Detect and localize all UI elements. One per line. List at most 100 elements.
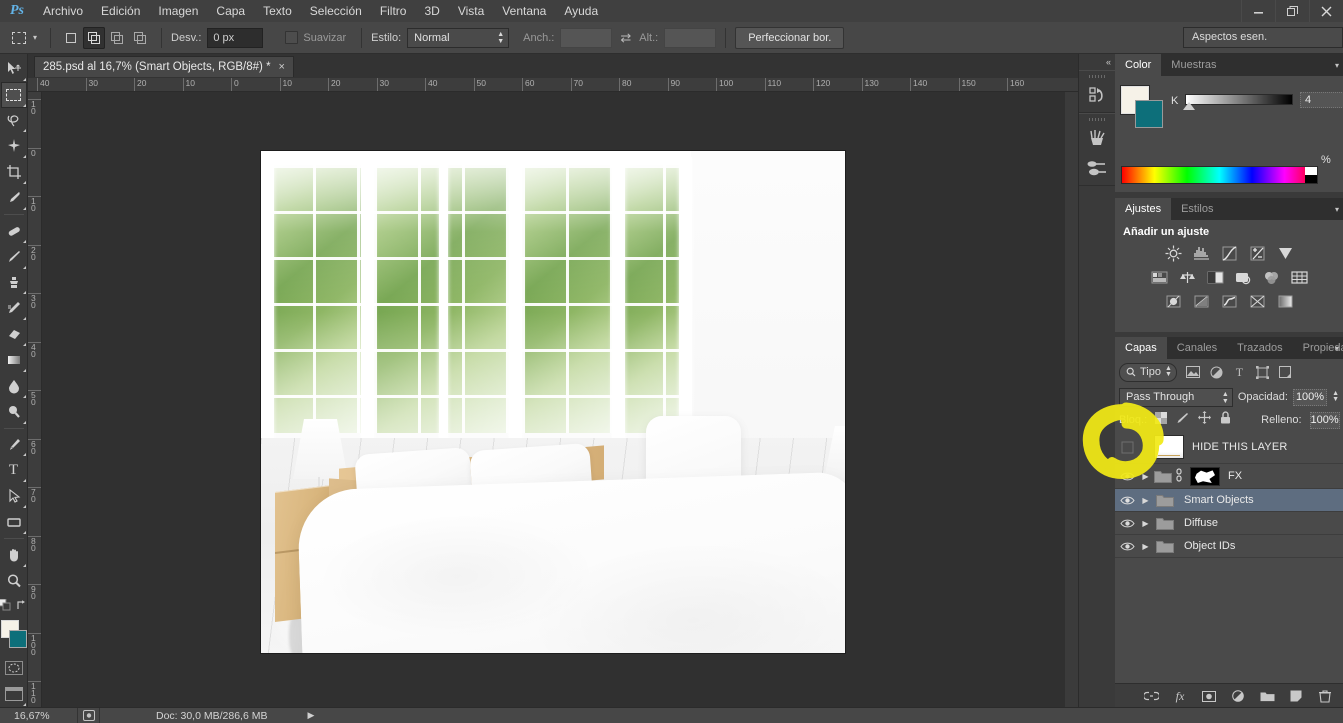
exposure-icon[interactable] xyxy=(1246,243,1268,263)
lock-image-icon[interactable] xyxy=(1176,411,1189,429)
layer-name[interactable]: Smart Objects xyxy=(1178,494,1254,506)
new-layer-icon[interactable] xyxy=(1288,688,1304,704)
group-expand-triangle-icon[interactable]: ▶ xyxy=(1139,519,1152,528)
menu-item-vista[interactable]: Vista xyxy=(449,0,493,22)
status-menu-arrow-icon[interactable]: ▶ xyxy=(307,710,314,721)
antialias-checkbox[interactable] xyxy=(285,31,299,44)
filter-shape-icon[interactable] xyxy=(1254,363,1271,381)
new-adjustment-layer-icon[interactable] xyxy=(1230,688,1246,704)
tab-estilos[interactable]: Estilos xyxy=(1171,198,1224,220)
tab-color[interactable]: Color xyxy=(1115,54,1162,76)
panel-menu-icon[interactable]: ▾ xyxy=(1335,344,1339,353)
tab-trazados[interactable]: Trazados xyxy=(1227,337,1293,359)
quick-selection-tool[interactable] xyxy=(1,133,27,159)
tab-canales[interactable]: Canales xyxy=(1166,337,1228,359)
k-value-input[interactable]: 4 xyxy=(1300,92,1343,108)
opacity-stepper-icon[interactable]: ▲ ▼ xyxy=(1332,390,1339,403)
canvas-vertical-scrollbar[interactable] xyxy=(1065,92,1078,708)
filter-pixel-icon[interactable] xyxy=(1185,363,1202,381)
menu-item-edicion[interactable]: Edición xyxy=(92,0,149,22)
crop-tool[interactable] xyxy=(1,159,27,185)
rectangle-tool[interactable] xyxy=(1,509,27,535)
color-spectrum-ramp[interactable] xyxy=(1121,166,1318,184)
close-button[interactable] xyxy=(1309,0,1343,22)
canvas-area[interactable] xyxy=(42,92,1078,708)
gradient-tool[interactable] xyxy=(1,347,27,373)
add-layer-mask-icon[interactable] xyxy=(1201,688,1217,704)
layer-name[interactable]: HIDE THIS LAYER xyxy=(1186,441,1288,453)
table-row[interactable]: ▶ Diffuse xyxy=(1115,512,1343,535)
background-color-swatch[interactable] xyxy=(8,629,27,648)
eraser-tool[interactable] xyxy=(1,321,27,347)
current-tool-icon[interactable] xyxy=(6,26,32,50)
selection-mode-add-button[interactable] xyxy=(83,26,106,49)
quick-mask-toggle[interactable] xyxy=(1,655,27,681)
table-row[interactable]: HIDE THIS LAYER xyxy=(1115,431,1343,464)
document-tab[interactable]: 285.psd al 16,7% (Smart Objects, RGB/8#)… xyxy=(34,56,294,77)
spot-healing-brush-tool[interactable] xyxy=(1,218,27,244)
blur-tool[interactable] xyxy=(1,373,27,399)
menu-item-3d[interactable]: 3D xyxy=(415,0,448,22)
fill-input[interactable]: 100% xyxy=(1309,411,1340,429)
k-channel-slider[interactable] xyxy=(1185,94,1293,105)
filter-smart-object-icon[interactable] xyxy=(1277,363,1294,381)
vertical-ruler[interactable]: 10 0 10 20 30 40 50 60 70 80 90 100 110 xyxy=(28,92,42,708)
gradient-map-icon[interactable] xyxy=(1274,291,1296,311)
group-expand-triangle-icon[interactable]: ▶ xyxy=(1139,496,1152,505)
layer-mask-thumbnail[interactable] xyxy=(1190,466,1220,486)
vibrance-icon[interactable] xyxy=(1274,243,1296,263)
layer-visibility-toggle[interactable] xyxy=(1115,436,1139,459)
add-layer-style-icon[interactable]: fx xyxy=(1172,688,1188,704)
group-expand-triangle-icon[interactable]: ▶ xyxy=(1139,542,1152,551)
color-lookup-icon[interactable] xyxy=(1288,267,1310,287)
lock-position-icon[interactable] xyxy=(1198,411,1212,429)
menu-item-imagen[interactable]: Imagen xyxy=(149,0,207,22)
path-selection-tool[interactable] xyxy=(1,483,27,509)
history-panel-icon[interactable] xyxy=(1079,80,1115,110)
curves-icon[interactable] xyxy=(1218,243,1240,263)
move-tool[interactable] xyxy=(1,56,27,82)
tab-capas[interactable]: Capas xyxy=(1115,337,1167,359)
mask-link-icon[interactable] xyxy=(1174,467,1184,485)
table-row[interactable]: ▶ FX xyxy=(1115,464,1343,489)
layer-filter-type-select[interactable]: Tipo ▲ ▼ xyxy=(1119,362,1177,382)
photo-filter-icon[interactable] xyxy=(1232,267,1254,287)
default-colors-icon[interactable] xyxy=(0,598,11,616)
opacity-input[interactable]: 100% xyxy=(1292,388,1328,406)
horizontal-ruler[interactable]: 40 30 20 10 0 10 20 30 40 50 60 70 80 90 100 110 120 130 1… xyxy=(28,78,1078,92)
table-row[interactable]: ▶ Object IDs xyxy=(1115,535,1343,558)
lock-transparency-icon[interactable] xyxy=(1155,411,1168,429)
menu-item-capa[interactable]: Capa xyxy=(207,0,254,22)
tab-ajustes[interactable]: Ajustes xyxy=(1115,198,1172,220)
black-white-icon[interactable] xyxy=(1204,267,1226,287)
dodge-tool[interactable] xyxy=(1,399,27,425)
pen-tool[interactable] xyxy=(1,432,27,458)
color-swatches[interactable] xyxy=(0,619,27,650)
tab-muestras[interactable]: Muestras xyxy=(1161,54,1227,76)
document-canvas[interactable] xyxy=(261,151,845,653)
zoom-tool[interactable] xyxy=(1,568,27,594)
levels-icon[interactable] xyxy=(1190,243,1212,263)
layer-name[interactable]: Object IDs xyxy=(1178,540,1235,552)
close-icon[interactable]: × xyxy=(279,61,285,73)
panel-drag-grip[interactable] xyxy=(1079,116,1115,123)
menu-item-texto[interactable]: Texto xyxy=(254,0,301,22)
hand-tool[interactable] xyxy=(1,542,27,568)
channel-mixer-icon[interactable] xyxy=(1260,267,1282,287)
filter-type-icon[interactable]: T xyxy=(1231,363,1248,381)
menu-item-seleccion[interactable]: Selección xyxy=(301,0,371,22)
layer-visibility-toggle[interactable] xyxy=(1115,535,1139,558)
background-color-swatch[interactable] xyxy=(1135,100,1163,128)
selection-mode-new-button[interactable] xyxy=(60,27,82,49)
layer-name[interactable]: Diffuse xyxy=(1178,517,1218,529)
panel-drag-grip[interactable] xyxy=(1079,73,1115,80)
blend-mode-select[interactable]: Pass Through ▲ ▼ xyxy=(1119,387,1233,407)
selective-color-icon[interactable] xyxy=(1246,291,1268,311)
brush-panel-icon[interactable] xyxy=(1079,123,1115,153)
workspace-switcher[interactable]: Aspectos esen. xyxy=(1183,27,1343,48)
brush-tool[interactable] xyxy=(1,244,27,270)
color-balance-icon[interactable] xyxy=(1176,267,1198,287)
posterize-icon[interactable] xyxy=(1190,291,1212,311)
zoom-level[interactable]: 16,67% xyxy=(0,707,78,723)
group-expand-triangle-icon[interactable]: ▶ xyxy=(1139,472,1152,481)
